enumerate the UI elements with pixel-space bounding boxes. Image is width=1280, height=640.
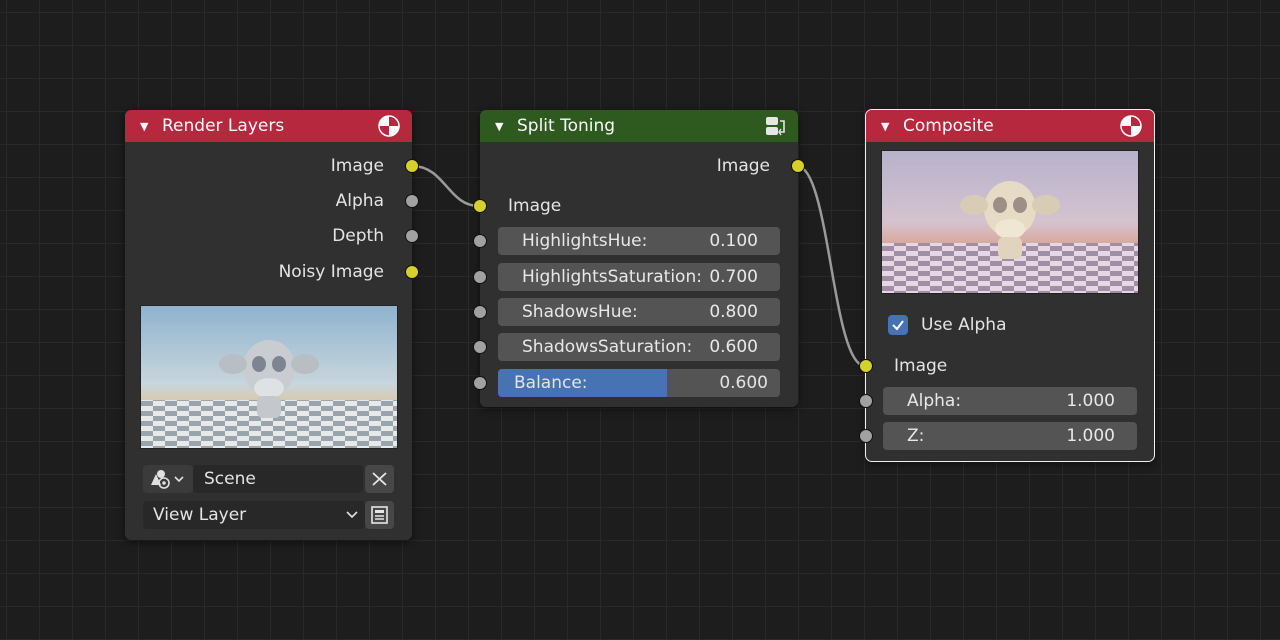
field-value: 1.000	[1066, 391, 1115, 411]
scene-name-field[interactable]: Scene	[193, 465, 363, 493]
z-field[interactable]: Z: 1.000	[883, 422, 1137, 450]
alpha-field[interactable]: Alpha: 1.000	[883, 387, 1137, 415]
node-header[interactable]: ▼ Split Toning	[480, 110, 798, 142]
use-alpha-checkbox[interactable]	[888, 315, 908, 335]
socket-output-alpha[interactable]	[405, 194, 419, 208]
composite-preview-image	[881, 150, 1139, 294]
field-label: HighlightsHue:	[522, 231, 648, 251]
socket-output-image[interactable]	[791, 159, 805, 173]
socket-input-highlights-hue[interactable]	[473, 234, 487, 248]
highlights-hue-field[interactable]: HighlightsHue: 0.100	[498, 227, 780, 255]
socket-output-noisy-image[interactable]	[405, 265, 419, 279]
split-toning-node[interactable]: ▼ Split Toning Image Image HighlightsHue…	[480, 110, 798, 407]
use-alpha-label: Use Alpha	[921, 315, 1007, 335]
view-layer-value: View Layer	[153, 505, 247, 525]
output-depth-label: Depth	[332, 226, 384, 246]
socket-input-balance[interactable]	[473, 376, 487, 390]
input-image-label: Image	[508, 196, 562, 216]
socket-input-z[interactable]	[859, 429, 873, 443]
field-label: ShadowsHue:	[522, 302, 638, 322]
highlights-saturation-field[interactable]: HighlightsSaturation: 0.700	[498, 263, 780, 291]
field-label: HighlightsSaturation:	[522, 267, 702, 287]
node-header[interactable]: ▼ Render Layers	[125, 110, 412, 142]
node-title: Composite	[903, 116, 994, 136]
output-image-label: Image	[716, 156, 770, 176]
field-value: 0.700	[709, 267, 758, 287]
socket-input-image[interactable]	[859, 359, 873, 373]
socket-output-depth[interactable]	[405, 229, 419, 243]
composite-node[interactable]: ▼ Composite Use Alpha Image Alpha: 1.000…	[865, 109, 1155, 462]
render-icon	[1120, 115, 1142, 137]
render-preview-image	[140, 305, 398, 449]
scene-name-value: Scene	[204, 469, 256, 489]
clear-icon	[372, 472, 387, 486]
render-layers-node[interactable]: ▼ Render Layers Image Alpha Depth Noisy …	[125, 110, 412, 540]
clear-scene-button[interactable]	[365, 465, 394, 493]
collapse-arrow-icon[interactable]: ▼	[495, 120, 517, 133]
shadows-hue-field[interactable]: ShadowsHue: 0.800	[498, 298, 780, 326]
slider-label: Balance:	[514, 373, 588, 393]
field-label: Z:	[907, 426, 925, 446]
output-alpha-label: Alpha	[335, 191, 384, 211]
node-title: Render Layers	[162, 116, 285, 136]
collapse-arrow-icon[interactable]: ▼	[881, 120, 903, 133]
balance-slider[interactable]: Balance: 0.600	[498, 369, 780, 397]
dropdown-chevron-icon	[346, 511, 358, 519]
input-image-label: Image	[894, 356, 948, 376]
new-layer-icon	[371, 506, 388, 524]
socket-input-alpha[interactable]	[859, 394, 873, 408]
view-layer-dropdown[interactable]: View Layer	[143, 501, 365, 529]
socket-input-image[interactable]	[473, 199, 487, 213]
group-node-icon	[766, 117, 785, 136]
field-value: 0.800	[709, 302, 758, 322]
socket-input-highlights-saturation[interactable]	[473, 270, 487, 284]
render-icon	[378, 115, 400, 137]
field-label: ShadowsSaturation:	[522, 337, 693, 357]
scene-data-dropdown[interactable]	[143, 465, 193, 493]
output-noisy-image-label: Noisy Image	[278, 262, 384, 282]
link-split-to-composite	[796, 164, 866, 368]
slider-value: 0.600	[719, 373, 768, 393]
field-value: 1.000	[1066, 426, 1115, 446]
field-value: 0.100	[709, 231, 758, 251]
socket-input-shadows-saturation[interactable]	[473, 340, 487, 354]
node-title: Split Toning	[517, 116, 616, 136]
field-label: Alpha:	[907, 391, 962, 411]
checkmark-icon	[892, 320, 904, 331]
collapse-arrow-icon[interactable]: ▼	[140, 120, 162, 133]
socket-output-image[interactable]	[405, 159, 419, 173]
node-header[interactable]: ▼ Composite	[866, 110, 1154, 142]
link-render-to-split	[411, 164, 480, 208]
shadows-saturation-field[interactable]: ShadowsSaturation: 0.600	[498, 333, 780, 361]
field-value: 0.600	[709, 337, 758, 357]
socket-input-shadows-hue[interactable]	[473, 305, 487, 319]
scene-data-icon	[151, 470, 184, 489]
output-image-label: Image	[330, 156, 384, 176]
new-view-layer-button[interactable]	[365, 501, 394, 529]
